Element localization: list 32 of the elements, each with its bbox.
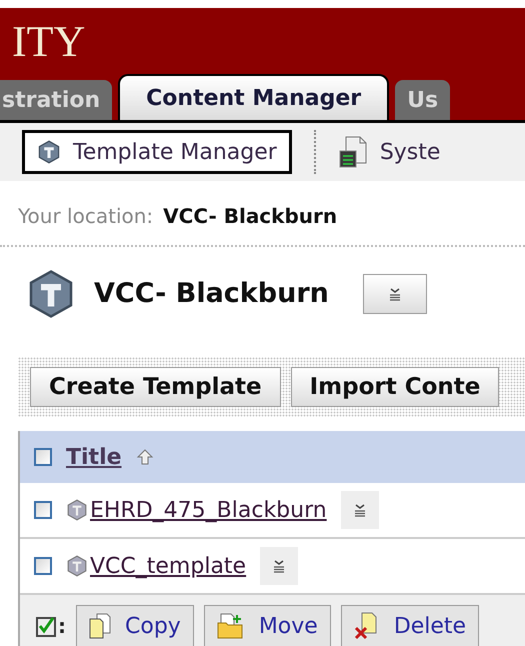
checkbox[interactable] [34, 448, 52, 466]
action-button[interactable]: Delete [340, 605, 480, 646]
colon-text: : [58, 613, 66, 640]
menu-button[interactable] [340, 491, 379, 529]
page-title: VCC- Blackburn [94, 276, 329, 311]
logo-text: ITY [12, 20, 86, 64]
checkbox[interactable] [34, 501, 52, 519]
template-link[interactable]: VCC_template [66, 550, 246, 582]
action-button[interactable]: Move [204, 605, 331, 646]
menu-button[interactable] [362, 274, 427, 314]
location-value[interactable]: VCC- Blackburn [163, 201, 338, 231]
checkbox[interactable] [34, 557, 52, 575]
sort-up-icon[interactable] [136, 448, 154, 466]
menu-icon [388, 287, 402, 301]
menu-icon [272, 559, 286, 573]
checkbox-icon [36, 615, 58, 637]
template-link[interactable]: EHRD_475_Blackburn [66, 494, 327, 526]
menu-icon [352, 503, 367, 517]
tab[interactable]: stration [0, 80, 112, 120]
action-button[interactable]: Copy [76, 605, 194, 646]
folder-icon [216, 613, 245, 639]
toolbar-item[interactable]: Template Manager [22, 130, 292, 174]
menu-button[interactable] [260, 547, 298, 585]
toolbar-item[interactable]: Syste [314, 130, 452, 174]
template-icon [37, 140, 61, 164]
sort-link[interactable]: Title [66, 440, 122, 474]
pages-icon [89, 613, 111, 639]
tab[interactable]: Us [395, 80, 450, 120]
action-button[interactable]: Create Template [30, 367, 281, 407]
tab[interactable]: Content Manager [118, 74, 390, 120]
action-button[interactable]: Import Conte [290, 367, 500, 407]
location-label: Your location: [18, 203, 154, 230]
